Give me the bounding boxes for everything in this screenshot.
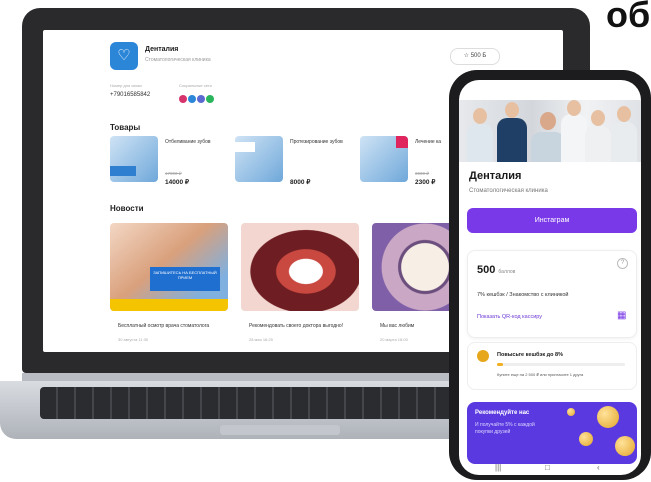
- news-heading: Новости: [110, 204, 144, 213]
- clinic-subtitle: Стоматологическая клиника: [469, 188, 548, 194]
- cashback-level: 7% кешбэк / Знакомство с клиникой: [477, 292, 569, 298]
- menu-icon[interactable]: |||: [495, 463, 501, 472]
- product-image: [360, 136, 408, 182]
- vk-icon[interactable]: [188, 95, 196, 103]
- product-old-price: 17000 ₽: [165, 171, 182, 176]
- phone-screen: Денталия Стоматологическая клиника Инста…: [459, 80, 641, 475]
- social-icons: [179, 90, 219, 103]
- phone-label: Номер для связи: [110, 83, 142, 88]
- news-title: Рекомендовать своего доктора выгодно!: [249, 323, 344, 329]
- product-image: [235, 136, 283, 182]
- social-label: Социальные сети: [179, 83, 212, 88]
- product-price: 14000 ₽: [165, 179, 190, 186]
- upgrade-note: Купите еще на 2 500 ₽ или пригласите 1 д…: [497, 372, 584, 377]
- android-nav-bar: ||| □ ‹: [459, 463, 641, 475]
- home-icon[interactable]: □: [545, 463, 550, 472]
- instagram-button[interactable]: Инстаграм: [467, 208, 637, 233]
- medal-icon: [477, 350, 489, 362]
- products-heading: Товары: [110, 123, 141, 132]
- telegram-icon[interactable]: [197, 95, 205, 103]
- clinic-name: Денталия: [145, 46, 179, 53]
- news-banner: ЗАПИШИТЕСЬ НА БЕСПЛАТНЫЙ ПРИЕМ: [150, 267, 220, 291]
- product-price: 2300 ₽: [415, 179, 436, 186]
- laptop-keyboard: [40, 387, 510, 419]
- team-photo: [459, 100, 641, 162]
- whatsapp-icon[interactable]: [206, 95, 214, 103]
- product-price: 8000 ₽: [290, 179, 311, 186]
- upgrade-progress-fill: [497, 363, 503, 366]
- news-image: [241, 223, 359, 311]
- qr-code-icon[interactable]: ▦: [617, 310, 626, 321]
- clinic-logo-icon: ♡: [110, 42, 138, 70]
- referral-text: И получайте 5% с каждой покупки друзей: [475, 422, 535, 435]
- laptop-touchpad: [220, 425, 340, 435]
- product-image: [110, 136, 158, 182]
- news-title: Бесплатный осмотр врача стоматолога: [118, 323, 210, 329]
- product-old-price: 3000 ₽: [415, 171, 430, 176]
- news-date: 20 марта 18:00: [380, 337, 408, 342]
- phone-number[interactable]: +79016585842: [110, 92, 150, 98]
- upgrade-card: [467, 342, 637, 390]
- upgrade-title: Повысьте кешбэк до 8%: [497, 352, 563, 358]
- points-balance: 500 баллов: [477, 264, 516, 276]
- news-date: 30 августа 11:30: [118, 337, 149, 342]
- balance-button[interactable]: ☆ 500 Б: [450, 48, 500, 65]
- clinic-subtitle: Стоматологическая клиника: [145, 57, 211, 63]
- referral-title: Рекомендуйте нас: [475, 410, 530, 416]
- news-image: ЗАПИШИТЕСЬ НА БЕСПЛАТНЫЙ ПРИЕМ: [110, 223, 228, 311]
- product-title: Отбеливание зубов: [165, 139, 211, 145]
- page-heading-fragment: об: [606, 0, 651, 35]
- news-date: 28 мая 16:25: [249, 337, 273, 342]
- instagram-icon[interactable]: [179, 95, 187, 103]
- back-icon[interactable]: ‹: [597, 463, 600, 472]
- help-icon[interactable]: ?: [617, 258, 628, 269]
- product-title: Протезирование зубов: [290, 139, 343, 145]
- show-qr-link[interactable]: Показать QR-код кассиру: [477, 314, 542, 320]
- clinic-name: Денталия: [469, 170, 522, 182]
- upgrade-progress-track: [497, 363, 625, 366]
